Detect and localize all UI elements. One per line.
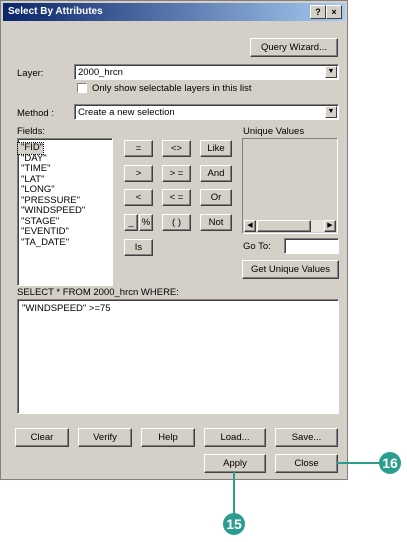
callout-16: 16 xyxy=(379,452,401,474)
method-dropdown[interactable]: Create a new selection ▼ xyxy=(74,104,339,120)
save-button[interactable]: Save... xyxy=(275,428,338,447)
get-unique-values-button[interactable]: Get Unique Values xyxy=(242,260,339,279)
fields-list[interactable]: "FID" "DAY" "TIME" "LAT" "LONG" "PRESSUR… xyxy=(16,138,113,286)
greater-than-button[interactable]: > xyxy=(124,165,153,182)
title-bar: Select By Attributes ? × xyxy=(3,3,345,21)
like-button[interactable]: Like xyxy=(200,140,232,157)
greater-equal-button[interactable]: > = xyxy=(162,165,191,182)
not-equals-button[interactable]: <> xyxy=(162,140,191,157)
unique-values-label: Unique Values xyxy=(243,126,305,137)
layer-value: 2000_hrcn xyxy=(78,67,123,78)
equals-button[interactable]: = xyxy=(124,140,153,157)
layer-dropdown[interactable]: 2000_hrcn ▼ xyxy=(74,64,339,80)
parentheses-button[interactable]: ( ) xyxy=(162,214,191,231)
sql-expression-textarea[interactable]: "WINDSPEED" >=75 xyxy=(17,299,339,414)
and-button[interactable]: And xyxy=(200,165,232,182)
list-item[interactable]: "LONG" xyxy=(18,184,112,196)
less-equal-button[interactable]: < = xyxy=(162,189,191,206)
close-button[interactable]: Close xyxy=(275,454,338,473)
scroll-right-icon[interactable]: ▶ xyxy=(324,220,336,232)
query-wizard-button[interactable]: Query Wizard... xyxy=(250,38,338,57)
not-button[interactable]: Not xyxy=(200,214,232,231)
selectable-layers-checkbox[interactable] xyxy=(77,83,87,93)
list-item[interactable]: "EVENTID" xyxy=(18,226,112,238)
method-value: Create a new selection xyxy=(78,107,175,118)
unique-values-list[interactable]: ◀ ▶ xyxy=(242,138,338,234)
sql-label: SELECT * FROM 2000_hrcn WHERE: xyxy=(17,287,179,298)
list-item[interactable]: "TIME" xyxy=(18,163,112,175)
chevron-down-icon[interactable]: ▼ xyxy=(325,66,337,78)
selectable-layers-label: Only show selectable layers in this list xyxy=(92,83,252,94)
method-label: Method : xyxy=(17,108,54,119)
select-by-attributes-dialog: Select By Attributes ? × Query Wizard...… xyxy=(0,0,348,480)
close-icon[interactable]: × xyxy=(326,5,342,19)
apply-button[interactable]: Apply xyxy=(204,454,266,473)
load-button[interactable]: Load... xyxy=(204,428,266,447)
scroll-left-icon[interactable]: ◀ xyxy=(244,220,256,232)
percent-button[interactable]: % xyxy=(139,214,153,231)
list-item[interactable]: "WINDSPEED" xyxy=(18,205,112,217)
clear-button[interactable]: Clear xyxy=(15,428,69,447)
or-button[interactable]: Or xyxy=(200,189,232,206)
verify-button[interactable]: Verify xyxy=(78,428,132,447)
callout-line-16 xyxy=(337,462,381,464)
window-title: Select By Attributes xyxy=(8,6,103,17)
layer-label: Layer: xyxy=(17,68,44,79)
chevron-down-icon[interactable]: ▼ xyxy=(325,106,337,118)
help-icon[interactable]: ? xyxy=(310,5,326,19)
fields-label: Fields: xyxy=(17,126,45,137)
less-than-button[interactable]: < xyxy=(124,189,153,206)
goto-label: Go To: xyxy=(243,241,271,252)
list-item[interactable]: "TA_DATE" xyxy=(18,237,112,249)
sql-expression-text: "WINDSPEED" >=75 xyxy=(22,303,111,314)
scrollbar-thumb[interactable] xyxy=(257,220,311,232)
is-button[interactable]: Is xyxy=(124,239,153,256)
help-button[interactable]: Help xyxy=(141,428,195,447)
underscore-button[interactable]: _ xyxy=(124,214,138,231)
goto-input[interactable] xyxy=(284,238,339,254)
callout-line-15 xyxy=(233,471,235,516)
list-item[interactable]: "FID" xyxy=(16,142,45,155)
horizontal-scrollbar[interactable]: ◀ ▶ xyxy=(244,220,336,232)
callout-15: 15 xyxy=(223,513,245,535)
